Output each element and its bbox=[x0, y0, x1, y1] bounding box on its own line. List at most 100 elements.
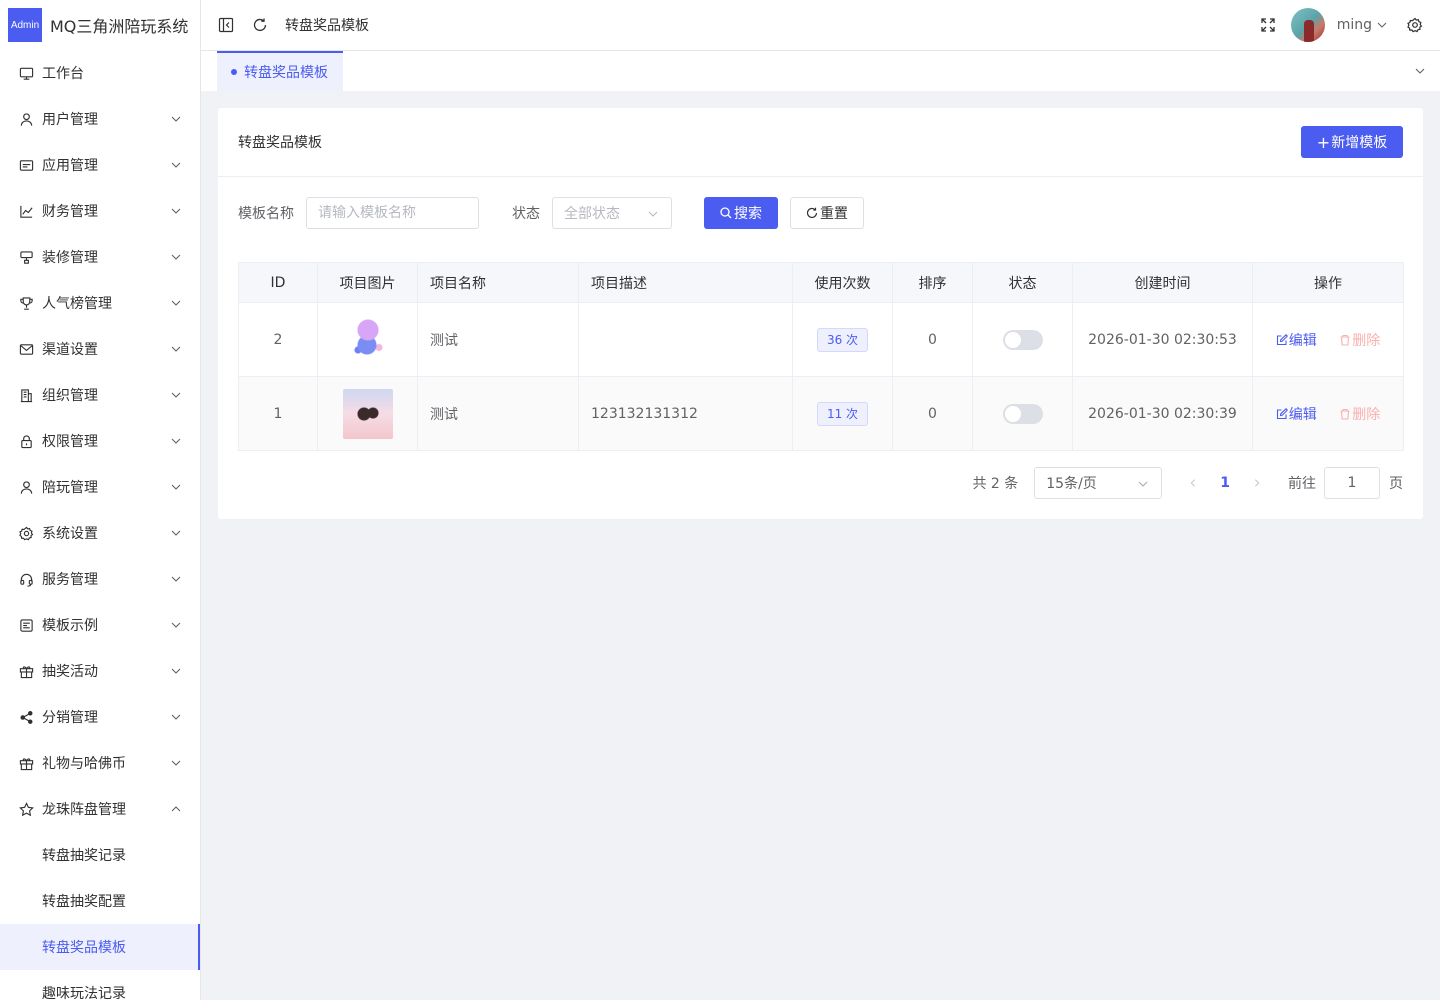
delete-button[interactable]: 删除 bbox=[1339, 404, 1380, 424]
table-header-row: ID 项目图片 项目名称 项目描述 使用次数 排序 状态 创建时间 操作 bbox=[238, 262, 1404, 303]
sidebar-item-services[interactable]: 服务管理 bbox=[0, 556, 200, 602]
submenu-item-fun-records[interactable]: 趣味玩法记录 bbox=[0, 970, 200, 1000]
column-header: 操作 bbox=[1252, 262, 1404, 303]
page-size-select[interactable]: 15条/页 bbox=[1034, 467, 1163, 499]
sidebar-item-dragon-wheel[interactable]: 龙珠阵盘管理 bbox=[0, 786, 200, 832]
sidebar-item-label: 陪玩管理 bbox=[42, 480, 98, 496]
template-name-input[interactable] bbox=[306, 197, 479, 229]
sidebar-item-decoration[interactable]: 装修管理 bbox=[0, 234, 200, 280]
reset-button[interactable]: 重置 bbox=[790, 197, 864, 229]
prev-page-button[interactable] bbox=[1186, 476, 1200, 490]
sidebar-item-system-settings[interactable]: 系统设置 bbox=[0, 510, 200, 556]
cell-description: 123132131312 bbox=[578, 376, 793, 451]
username[interactable]: ming bbox=[1337, 17, 1372, 33]
chevron-down-icon bbox=[171, 622, 181, 628]
sidebar-item-distribution[interactable]: 分销管理 bbox=[0, 694, 200, 740]
refresh-icon bbox=[253, 18, 267, 32]
tag-prize-templates[interactable]: 转盘奖品模板 bbox=[217, 51, 343, 91]
table-row: 2 测试 36 次 0 2026-01-30 02:30:53 编辑 删除 bbox=[238, 302, 1404, 377]
chart-icon bbox=[18, 203, 34, 219]
sidebar-item-label: 权限管理 bbox=[42, 434, 98, 450]
logo[interactable]: Admin MQ三角洲陪玩系统 bbox=[0, 0, 200, 50]
cell-created: 2026-01-30 02:30:39 bbox=[1072, 376, 1253, 451]
submenu-item-wheel-config[interactable]: 转盘抽奖配置 bbox=[0, 878, 200, 924]
sidebar-item-label: 应用管理 bbox=[42, 158, 98, 174]
sidebar-item-label: 工作台 bbox=[42, 66, 84, 82]
chevron-down-icon bbox=[171, 438, 181, 444]
status-filter-label: 状态 bbox=[512, 206, 540, 222]
usage-badge: 11 次 bbox=[816, 401, 869, 426]
sidebar-item-label: 用户管理 bbox=[42, 112, 98, 128]
cell-name: 测试 bbox=[417, 376, 579, 451]
chevron-down-icon bbox=[171, 484, 181, 490]
sidebar-item-label: 抽奖活动 bbox=[42, 664, 98, 680]
prize-image[interactable] bbox=[342, 388, 393, 439]
goto-page-input[interactable] bbox=[1324, 467, 1380, 499]
prize-image[interactable] bbox=[342, 314, 393, 365]
content-card: 转盘奖品模板 + 新增模板 模板名称 状态 全部状态 搜索 重置 ID 项 bbox=[218, 108, 1423, 519]
next-page-button[interactable] bbox=[1250, 476, 1264, 490]
chevron-down-icon[interactable] bbox=[1414, 65, 1426, 77]
trash-icon bbox=[1340, 334, 1350, 346]
sidebar-item-organization[interactable]: 组织管理 bbox=[0, 372, 200, 418]
status-select[interactable]: 全部状态 bbox=[552, 197, 672, 229]
chevron-down-icon bbox=[171, 392, 181, 398]
avatar[interactable] bbox=[1290, 8, 1325, 42]
submenu-item-prize-templates[interactable]: 转盘奖品模板 bbox=[0, 924, 200, 970]
sidebar-item-label: 礼物与哈佛币 bbox=[42, 756, 126, 772]
card-header: 转盘奖品模板 + 新增模板 bbox=[218, 108, 1423, 177]
cell-status bbox=[972, 302, 1073, 377]
column-header: 创建时间 bbox=[1072, 262, 1253, 303]
search-button[interactable]: 搜索 bbox=[704, 197, 778, 229]
sidebar-item-lottery[interactable]: 抽奖活动 bbox=[0, 648, 200, 694]
chevron-right-icon bbox=[1254, 479, 1260, 487]
status-toggle[interactable] bbox=[1002, 403, 1043, 424]
app-window-icon bbox=[18, 157, 34, 173]
pagination-total: 共 2 条 bbox=[972, 476, 1019, 492]
sidebar-item-channels[interactable]: 渠道设置 bbox=[0, 326, 200, 372]
sidebar-item-apps[interactable]: 应用管理 bbox=[0, 142, 200, 188]
cell-image bbox=[317, 302, 418, 377]
cell-description bbox=[578, 302, 793, 377]
sidebar-item-templates[interactable]: 模板示例 bbox=[0, 602, 200, 648]
edit-button[interactable]: 编辑 bbox=[1276, 404, 1317, 424]
sidebar-item-gifts-coins[interactable]: 礼物与哈佛币 bbox=[0, 740, 200, 786]
status-toggle[interactable] bbox=[1002, 329, 1043, 350]
sidebar-item-workbench[interactable]: 工作台 bbox=[0, 50, 200, 96]
table-row: 1 测试 123132131312 11 次 0 2026-01-30 02:3… bbox=[238, 376, 1404, 451]
sidebar-item-permissions[interactable]: 权限管理 bbox=[0, 418, 200, 464]
fullscreen-icon bbox=[1261, 18, 1275, 32]
chevron-down-icon bbox=[171, 116, 181, 122]
tags-bar: 转盘奖品模板 bbox=[201, 51, 1440, 91]
edit-button[interactable]: 编辑 bbox=[1276, 330, 1317, 350]
submenu-item-wheel-records[interactable]: 转盘抽奖记录 bbox=[0, 832, 200, 878]
chevron-down-icon[interactable] bbox=[1376, 19, 1388, 31]
chevron-down-icon bbox=[171, 254, 181, 260]
gear-icon bbox=[18, 525, 34, 541]
delete-label: 删除 bbox=[1352, 406, 1381, 423]
add-template-button[interactable]: + 新增模板 bbox=[1301, 126, 1403, 158]
page-number-current[interactable]: 1 bbox=[1220, 475, 1230, 491]
chevron-down-icon bbox=[171, 300, 181, 306]
sidebar-item-label: 龙珠阵盘管理 bbox=[42, 802, 126, 818]
settings-button[interactable] bbox=[1406, 16, 1424, 34]
sidebar-item-popularity[interactable]: 人气榜管理 bbox=[0, 280, 200, 326]
refresh-button[interactable] bbox=[251, 16, 269, 34]
user-icon bbox=[18, 479, 34, 495]
delete-button[interactable]: 删除 bbox=[1339, 330, 1380, 350]
star-icon bbox=[18, 801, 34, 817]
sidebar-item-label: 分销管理 bbox=[42, 710, 98, 726]
sidebar-item-companions[interactable]: 陪玩管理 bbox=[0, 464, 200, 510]
chevron-down-icon bbox=[171, 346, 181, 352]
search-icon bbox=[720, 207, 732, 219]
breadcrumb: 转盘奖品模板 bbox=[285, 18, 369, 34]
sidebar-item-finance[interactable]: 财务管理 bbox=[0, 188, 200, 234]
sidebar-item-users[interactable]: 用户管理 bbox=[0, 96, 200, 142]
pagination: 共 2 条 15条/页 1 前往 页 bbox=[972, 467, 1403, 499]
collapse-icon bbox=[218, 17, 234, 33]
column-header: ID bbox=[238, 262, 318, 303]
fullscreen-button[interactable] bbox=[1259, 16, 1277, 34]
edit-label: 编辑 bbox=[1288, 332, 1317, 349]
column-header: 状态 bbox=[972, 262, 1073, 303]
collapse-sidebar-button[interactable] bbox=[217, 16, 235, 34]
